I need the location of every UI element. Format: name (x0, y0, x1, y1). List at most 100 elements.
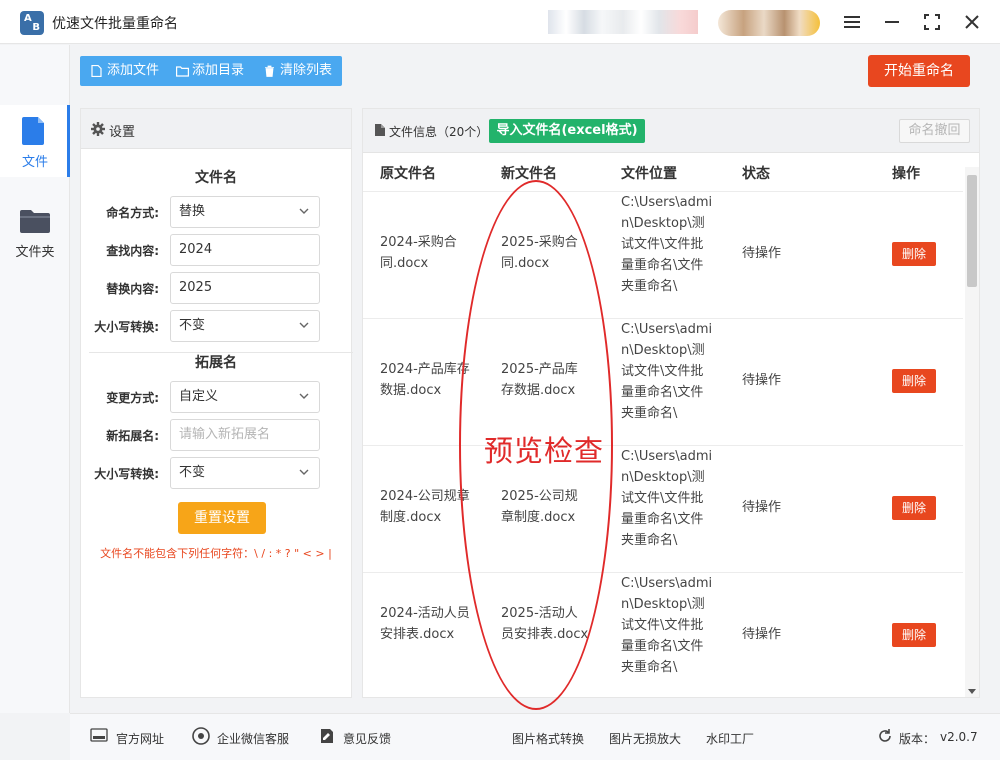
watermark-factory-link[interactable]: 水印工厂 (706, 730, 754, 747)
original-filename: 2024-采购合同.docx (380, 235, 457, 271)
filename-case-label: 大小写转换: (94, 320, 159, 334)
settings-header: 设置 (81, 109, 351, 149)
table-row[interactable]: 2024-公司规章制度.docx 2025-公司规章制度.docx C:\Use… (363, 445, 963, 572)
original-filename: 2024-产品库存数据.docx (380, 362, 470, 398)
gear-icon (91, 122, 105, 140)
maximize-icon[interactable] (920, 10, 944, 34)
naming-mode-select[interactable]: 替换 (170, 196, 320, 228)
undo-rename-button[interactable]: 命名撤回 (899, 119, 970, 143)
refresh-icon (877, 728, 893, 748)
close-icon[interactable] (960, 10, 984, 34)
replace-input[interactable]: 2025 (170, 272, 320, 304)
file-location: C:\Users\admin\Desktop\测试文件\文件批量重命名\文件夹重… (621, 449, 713, 548)
app-logo: A B (20, 11, 44, 35)
nav-item-folder[interactable]: 文件夹 (0, 195, 70, 267)
extension-case-label: 大小写转换: (94, 467, 159, 481)
blurred-user-badge[interactable] (718, 10, 820, 36)
new-extension-input[interactable]: 请输入新拓展名 (170, 419, 320, 451)
filename-case-value: 不变 (179, 318, 206, 333)
vertical-scrollbar[interactable] (965, 167, 979, 697)
extension-case-select[interactable]: 不变 (170, 457, 320, 489)
version-number: v2.0.7 (940, 730, 978, 744)
naming-mode-label: 命名方式: (106, 206, 159, 220)
column-header-original-name: 原文件名 (380, 166, 436, 182)
start-rename-button[interactable]: 开始重命名 (868, 55, 970, 87)
add-file-button[interactable]: 添加文件 (89, 56, 159, 86)
folder-icon (20, 209, 50, 237)
feedback-link[interactable]: 意见反馈 (343, 730, 391, 747)
file-status: 待操作 (742, 627, 782, 642)
nav-item-folder-label: 文件夹 (15, 245, 55, 260)
file-icon (21, 117, 47, 149)
website-icon (90, 728, 108, 746)
file-info-title: 文件信息（20个） (389, 125, 489, 139)
chevron-down-icon (299, 208, 309, 214)
naming-mode-value: 替换 (179, 204, 206, 219)
annotation-label: 预览检查 (484, 434, 605, 468)
file-status: 待操作 (742, 246, 782, 261)
official-website-link[interactable]: 官方网址 (116, 730, 164, 747)
delete-row-button[interactable]: 删除 (892, 369, 936, 393)
minimize-icon[interactable] (880, 10, 904, 34)
document-icon (375, 124, 385, 140)
image-format-convert-link[interactable]: 图片格式转换 (512, 730, 584, 747)
original-filename: 2024-活动人员安排表.docx (380, 606, 470, 642)
change-mode-label: 变更方式: (106, 391, 159, 405)
column-header-location: 文件位置 (621, 166, 677, 182)
new-extension-label: 新拓展名: (106, 429, 159, 443)
chevron-down-icon (299, 322, 309, 328)
settings-title: 设置 (109, 125, 136, 140)
add-directory-button[interactable]: 添加目录 (174, 56, 244, 86)
toolbar: 添加文件 添加目录 清除列表 (80, 56, 342, 86)
image-lossless-upscale-link[interactable]: 图片无损放大 (609, 730, 681, 747)
import-filenames-button[interactable]: 导入文件名(excel格式) (489, 119, 645, 143)
file-list-panel: 文件信息（20个） 导入文件名(excel格式) 命名撤回 原文件名 新文件名 … (362, 108, 980, 698)
menu-icon[interactable] (840, 10, 864, 34)
add-directory-label: 添加目录 (192, 63, 245, 78)
column-header-status: 状态 (742, 166, 770, 182)
scroll-down-arrow-icon[interactable] (968, 689, 976, 695)
change-mode-select[interactable]: 自定义 (170, 381, 320, 413)
chevron-down-icon (299, 469, 309, 475)
file-location: C:\Users\admin\Desktop\测试文件\文件批量重命名\文件夹重… (621, 576, 713, 675)
table-row[interactable]: 2024-采购合同.docx 2025-采购合同.docx C:\Users\a… (363, 191, 963, 318)
wechat-support-link[interactable]: 企业微信客服 (217, 730, 289, 747)
add-file-icon (91, 65, 102, 77)
change-mode-value: 自定义 (179, 389, 219, 404)
table-row[interactable]: 2024-产品库存数据.docx 2025-产品库存数据.docx C:\Use… (363, 318, 963, 445)
title-bar: A B 优速文件批量重命名 (0, 0, 1000, 44)
clear-list-button[interactable]: 清除列表 (262, 56, 332, 86)
filename-section-title: 文件名 (195, 170, 237, 186)
extension-section-title: 拓展名 (195, 355, 237, 371)
reset-settings-button[interactable]: 重置设置 (178, 502, 266, 534)
file-status: 待操作 (742, 500, 782, 515)
feedback-icon (320, 728, 334, 748)
add-file-label: 添加文件 (107, 63, 160, 78)
file-location: C:\Users\admin\Desktop\测试文件\文件批量重命名\文件夹重… (621, 322, 713, 421)
extension-case-value: 不变 (179, 465, 206, 480)
delete-row-button[interactable]: 删除 (892, 496, 936, 520)
find-label: 查找内容: (106, 244, 159, 258)
file-status: 待操作 (742, 373, 782, 388)
replace-label: 替换内容: (106, 282, 159, 296)
table-row[interactable]: 2024-活动人员安排表.docx 2025-活动人员安排表.docx C:\U… (363, 572, 963, 697)
chevron-down-icon (299, 393, 309, 399)
column-header-action: 操作 (892, 166, 920, 182)
left-nav: 文件 文件夹 (0, 45, 70, 713)
footer: 官方网址 企业微信客服 意见反馈 图片格式转换 图片无损放大 水印工厂 版本： … (70, 713, 1000, 760)
filename-case-select[interactable]: 不变 (170, 310, 320, 342)
add-directory-icon (176, 66, 189, 77)
app-title: 优速文件批量重命名 (52, 16, 178, 32)
app-logo-letter-b: B (32, 22, 40, 33)
wechat-support-icon (192, 727, 210, 749)
delete-row-button[interactable]: 删除 (892, 242, 936, 266)
nav-item-file[interactable]: 文件 (0, 105, 70, 177)
file-location: C:\Users\admin\Desktop\测试文件\文件批量重命名\文件夹重… (621, 195, 713, 294)
version-label: 版本： (899, 732, 936, 746)
original-filename: 2024-公司规章制度.docx (380, 489, 470, 525)
delete-row-button[interactable]: 删除 (892, 623, 936, 647)
invalid-characters-warning: 文件名不能包含下列任何字符：\ / : * ? " < > | (100, 547, 332, 560)
find-input[interactable]: 2024 (170, 234, 320, 266)
scrollbar-thumb[interactable] (967, 175, 977, 287)
trash-icon (265, 65, 274, 77)
